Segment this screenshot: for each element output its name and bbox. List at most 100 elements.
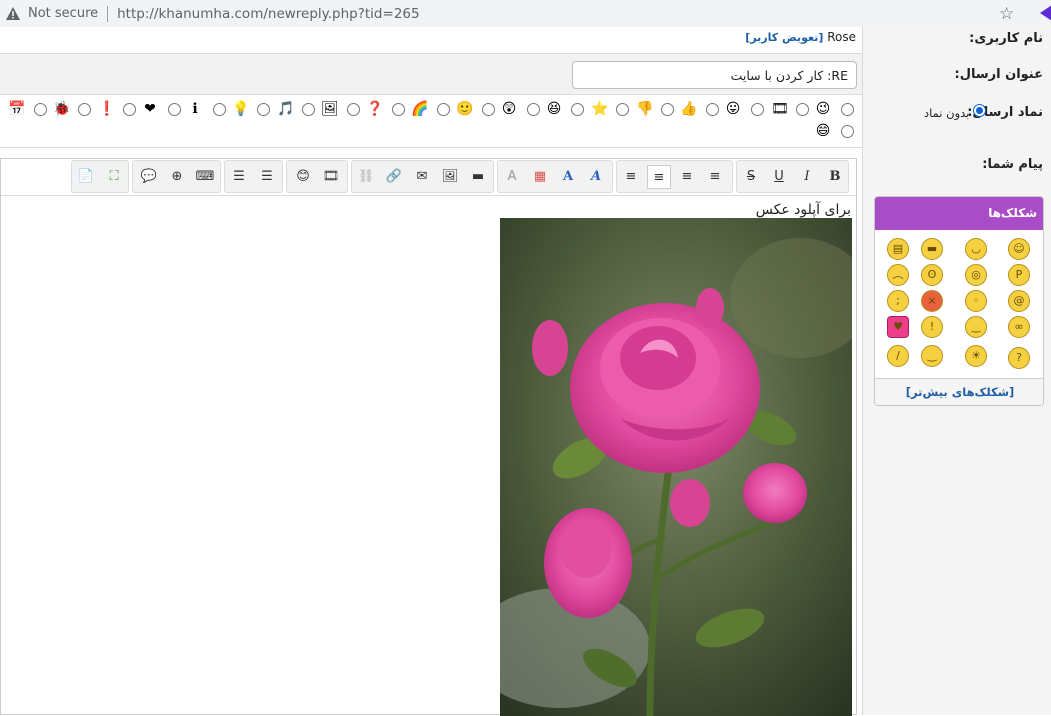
cool-icon[interactable]: ▬ bbox=[921, 238, 943, 260]
editor-content[interactable]: برای آپلود عکس bbox=[1, 195, 856, 716]
post-icon-radio[interactable] bbox=[841, 103, 854, 116]
huh-icon[interactable]: / bbox=[887, 345, 909, 367]
post-icon-radio[interactable] bbox=[168, 103, 181, 116]
insert-smiley-button[interactable]: 😊 bbox=[291, 165, 315, 189]
align-right-button[interactable]: ≡ bbox=[647, 165, 671, 189]
toolbar-group-lists: ☰ ☰ bbox=[224, 160, 283, 193]
italic-button[interactable]: I bbox=[795, 165, 819, 189]
insert-image-button[interactable]: 🖼 bbox=[438, 165, 462, 189]
align-justify-button[interactable]: ≡ bbox=[703, 165, 727, 189]
star-icon: ⭐ bbox=[591, 101, 609, 117]
question-icon[interactable]: ? bbox=[1008, 347, 1030, 369]
post-icon-radio[interactable] bbox=[78, 103, 91, 116]
more-smilies-link[interactable]: [شکلک‌های بیش‌تر] bbox=[875, 378, 1043, 405]
align-center-button[interactable]: ≡ bbox=[675, 165, 699, 189]
toolbar-group-insert: ▬ 🖼 ✉ 🔗 ⛓ bbox=[351, 160, 494, 193]
smile-icon[interactable]: ☺ bbox=[1008, 238, 1030, 260]
username-display: Rose [تعویض کاربر] bbox=[745, 30, 856, 44]
post-icon-radio[interactable] bbox=[34, 103, 47, 116]
security-label[interactable]: Not secure bbox=[28, 6, 98, 21]
post-icon-radio[interactable] bbox=[437, 103, 450, 116]
smilies-panel: شکلک‌ها ☺ ◡ ▬ ▤ P ◎ ʘ ︵ @ ◦ × ; ∞ ‿ ! ♥ … bbox=[874, 196, 1044, 406]
numbered-list-button[interactable]: ☰ bbox=[227, 165, 251, 189]
photo-icon: 🖼 bbox=[321, 101, 339, 117]
wink-icon: 😉 bbox=[815, 101, 831, 117]
angel-icon[interactable]: ◦ bbox=[965, 290, 987, 312]
smilies-header: شکلک‌ها bbox=[875, 197, 1043, 230]
wink-icon[interactable]: ; bbox=[887, 290, 909, 312]
exclamation-icon[interactable]: ! bbox=[921, 316, 943, 338]
switch-user-link[interactable]: [تعویض کاربر] bbox=[745, 31, 823, 44]
underline-button[interactable]: U bbox=[767, 165, 791, 189]
insert-link-button[interactable]: 🔗 bbox=[382, 165, 406, 189]
rainbow-icon: 🌈 bbox=[411, 101, 429, 117]
confused-icon[interactable]: ʘ bbox=[921, 264, 943, 286]
bold-button[interactable]: B bbox=[823, 165, 847, 189]
url-text[interactable]: http://khanumha.com/newreply.php?tid=265 bbox=[117, 6, 419, 22]
post-icon-radio[interactable] bbox=[392, 103, 405, 116]
post-icon-radio[interactable] bbox=[482, 103, 495, 116]
bookmark-star-icon[interactable]: ☆ bbox=[999, 4, 1014, 24]
bug-icon: 🐞 bbox=[53, 101, 71, 117]
tongue-icon[interactable]: P bbox=[1008, 264, 1030, 286]
divider bbox=[107, 5, 109, 22]
post-icon-radio[interactable] bbox=[123, 103, 136, 116]
strikethrough-button[interactable]: S bbox=[739, 165, 763, 189]
subject-input[interactable] bbox=[572, 61, 857, 89]
quote-button[interactable]: 💬 bbox=[137, 165, 161, 189]
message-editor[interactable]: B I U S ≡ ≡ ≡ ≡ A A ▦ A ▬ 🖼 ✉ 🔗 ⛓ 🎞 😊 ☰ … bbox=[0, 158, 857, 716]
code-button[interactable]: ⌨ bbox=[193, 165, 217, 189]
color-picker-icon[interactable]: ▦ bbox=[528, 165, 552, 189]
bullet-list-button[interactable]: ☰ bbox=[255, 165, 279, 189]
post-icon-radio[interactable] bbox=[841, 125, 854, 138]
question-icon: ❓ bbox=[366, 101, 384, 117]
align-left-button[interactable]: ≡ bbox=[619, 165, 643, 189]
horizontal-rule-button[interactable]: ▬ bbox=[466, 165, 490, 189]
calendar-icon: 📅 bbox=[8, 101, 26, 117]
dizzy-icon[interactable]: ∞ bbox=[1008, 316, 1030, 338]
editor-text: برای آپلود عکس bbox=[755, 202, 851, 218]
post-icon-radio[interactable] bbox=[706, 103, 719, 116]
happy-icon[interactable]: ◡ bbox=[965, 238, 987, 260]
post-icon-radio[interactable] bbox=[347, 103, 360, 116]
post-icon-radio[interactable] bbox=[616, 103, 629, 116]
lightbulb-icon[interactable]: ☀ bbox=[965, 345, 987, 367]
heart-icon: ❤ bbox=[144, 101, 156, 117]
shy-icon[interactable]: ‿ bbox=[921, 345, 943, 367]
sad-icon[interactable]: ︵ bbox=[887, 264, 909, 286]
smilies-grid: ☺ ◡ ▬ ▤ P ◎ ʘ ︵ @ ◦ × ; ∞ ‿ ! ♥ ? ☀ ‿ / bbox=[875, 230, 1043, 378]
browser-address-bar[interactable]: Not secure http://khanumha.com/newreply.… bbox=[0, 0, 1051, 27]
post-icon-radio[interactable] bbox=[213, 103, 226, 116]
toolbar-group-align: ≡ ≡ ≡ ≡ bbox=[616, 160, 733, 193]
warning-icon bbox=[6, 7, 20, 21]
rolleyes-icon[interactable]: ◎ bbox=[965, 264, 987, 286]
post-icon-radio[interactable] bbox=[796, 103, 809, 116]
post-icon-radio[interactable] bbox=[661, 103, 674, 116]
big-grin-icon[interactable]: ▤ bbox=[887, 238, 909, 260]
at-icon[interactable]: @ bbox=[1008, 290, 1030, 312]
post-icon-radio[interactable] bbox=[751, 103, 764, 116]
post-icon-radio[interactable] bbox=[257, 103, 270, 116]
film-icon: 🎞 bbox=[771, 101, 789, 117]
insert-email-button[interactable]: ✉ bbox=[410, 165, 434, 189]
grin-icon: 😆 bbox=[546, 101, 562, 117]
heart-icon[interactable]: ♥ bbox=[887, 316, 909, 338]
extension-icon[interactable] bbox=[1040, 5, 1051, 21]
insert-video-button[interactable]: 🎞 bbox=[319, 165, 343, 189]
sleepy-icon[interactable]: ‿ bbox=[965, 316, 987, 338]
post-icon-radio[interactable] bbox=[571, 103, 584, 116]
maximize-button[interactable]: ⛶ bbox=[102, 165, 126, 189]
source-view-button[interactable]: 📄 bbox=[74, 165, 98, 189]
post-icon-radio[interactable] bbox=[527, 103, 540, 116]
username-label: نام کاربری: bbox=[969, 31, 1043, 46]
angry-icon[interactable]: × bbox=[921, 290, 943, 312]
post-icon-radio[interactable] bbox=[302, 103, 315, 116]
font-size-button[interactable]: A bbox=[556, 165, 580, 189]
shock-icon: 😲 bbox=[501, 101, 517, 117]
remove-format-button[interactable]: A bbox=[500, 165, 524, 189]
unlink-button[interactable]: ⛓ bbox=[354, 165, 378, 189]
php-button[interactable]: ⊕ bbox=[165, 165, 189, 189]
font-button[interactable]: A bbox=[584, 165, 608, 189]
subject-label: عنوان ارسال: bbox=[954, 67, 1044, 82]
no-icon-radio[interactable] bbox=[973, 104, 986, 117]
